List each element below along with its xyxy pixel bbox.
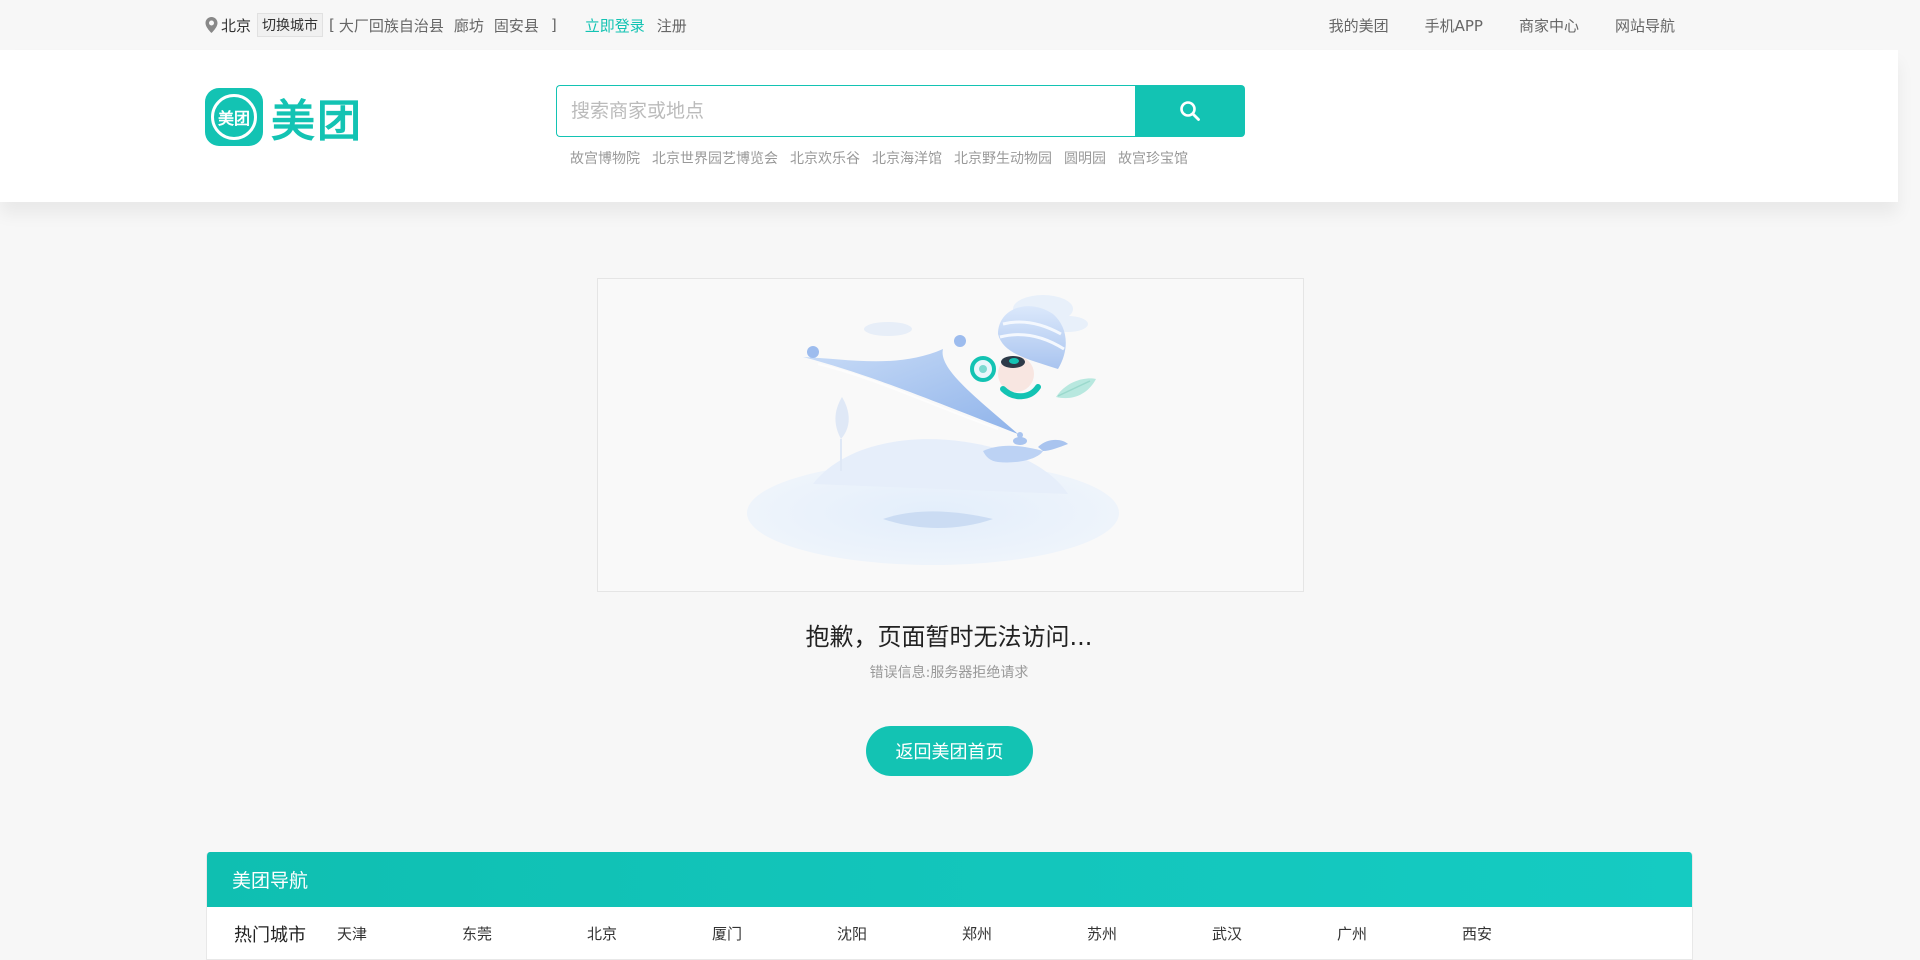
register-link[interactable]: 注册 (657, 15, 687, 36)
hot-word-link[interactable]: 北京野生动物园 (954, 148, 1052, 168)
top-bar: 北京 切换城市 [ 大厂回族自治县 廊坊 固安县 ] 立即登录 注册 我的美团 … (0, 0, 1920, 50)
nearby-city-link[interactable]: 大厂回族自治县 (339, 15, 444, 36)
hot-word-link[interactable]: 故宫博物院 (570, 148, 640, 168)
hot-word-link[interactable]: 北京世界园艺博览会 (652, 148, 778, 168)
hot-word-link[interactable]: 圆明园 (1064, 148, 1106, 168)
top-bar-right: 我的美团 手机APP 商家中心 网站导航 (1293, 0, 1675, 50)
hot-word-link[interactable]: 北京海洋馆 (872, 148, 942, 168)
site-navigation-link[interactable]: 网站导航 (1615, 15, 1675, 36)
nearby-bracket-open: [ (329, 16, 335, 34)
current-city: 北京 (221, 16, 252, 35)
nearby-city-link[interactable]: 固安县 (494, 15, 539, 36)
nav-panel-title: 美团导航 (207, 852, 1692, 907)
back-home-button[interactable]: 返回美团首页 (866, 726, 1033, 776)
hot-city-link[interactable]: 东莞 (462, 923, 587, 944)
hot-search-words: 故宫博物院 北京世界园艺博览会 北京欢乐谷 北京海洋馆 北京野生动物园 圆明园 … (570, 148, 1200, 168)
error-message: 错误信息:服务器拒绝请求 (869, 665, 1029, 681)
hot-cities-label: 热门城市 (234, 924, 306, 946)
logo-text: 美团 (271, 96, 363, 147)
top-bar-left: 北京 切换城市 [ 大厂回族自治县 廊坊 固安县 ] 立即登录 注册 (205, 0, 687, 50)
search-box (556, 85, 1245, 137)
nearby-bracket-close: ] (550, 16, 557, 34)
search-icon (1180, 101, 1200, 121)
merchant-center-link[interactable]: 商家中心 (1519, 15, 1579, 36)
hot-city-link[interactable]: 西安 (1462, 923, 1587, 944)
hot-city-link[interactable]: 郑州 (962, 923, 1087, 944)
hot-cities-row: 热门城市 天津 东莞 北京 厦门 沈阳 郑州 苏州 武汉 广州 西安 (207, 907, 1692, 959)
hot-city-link[interactable]: 沈阳 (837, 923, 962, 944)
location-pin-icon (205, 17, 218, 33)
logo-badge-text: 美团 (211, 94, 257, 140)
nearby-city-link[interactable]: 廊坊 (454, 15, 484, 36)
header: 美团 美团 故宫博物院 北京世界园艺博览会 北京欢乐谷 北京海洋馆 北京野生动物… (0, 50, 1898, 202)
hot-word-link[interactable]: 故宫珍宝馆 (1118, 148, 1188, 168)
error-title: 抱歉，页面暂时无法访问... (805, 623, 1093, 651)
search-input[interactable] (556, 85, 1135, 137)
hot-city-link[interactable]: 武汉 (1212, 923, 1337, 944)
my-meituan-link[interactable]: 我的美团 (1329, 15, 1389, 36)
meituan-logo[interactable]: 美团 美团 (205, 85, 363, 149)
switch-city-button[interactable]: 切换城市 (257, 13, 324, 37)
login-link[interactable]: 立即登录 (585, 15, 645, 36)
search-button[interactable] (1135, 85, 1245, 137)
error-illustration-art (747, 295, 1119, 565)
hot-city-link[interactable]: 厦门 (712, 923, 837, 944)
hot-city-link[interactable]: 广州 (1337, 923, 1462, 944)
hot-city-link[interactable]: 天津 (337, 923, 462, 944)
hot-word-link[interactable]: 北京欢乐谷 (790, 148, 860, 168)
meituan-nav-panel: 美团导航 热门城市 天津 东莞 北京 厦门 沈阳 郑州 苏州 武汉 广州 西安 (206, 852, 1693, 960)
mobile-app-link[interactable]: 手机APP (1425, 15, 1483, 36)
logo-badge: 美团 (205, 88, 263, 146)
hot-city-link[interactable]: 北京 (587, 923, 712, 944)
hot-city-link[interactable]: 苏州 (1087, 923, 1212, 944)
error-illustration (597, 278, 1304, 592)
